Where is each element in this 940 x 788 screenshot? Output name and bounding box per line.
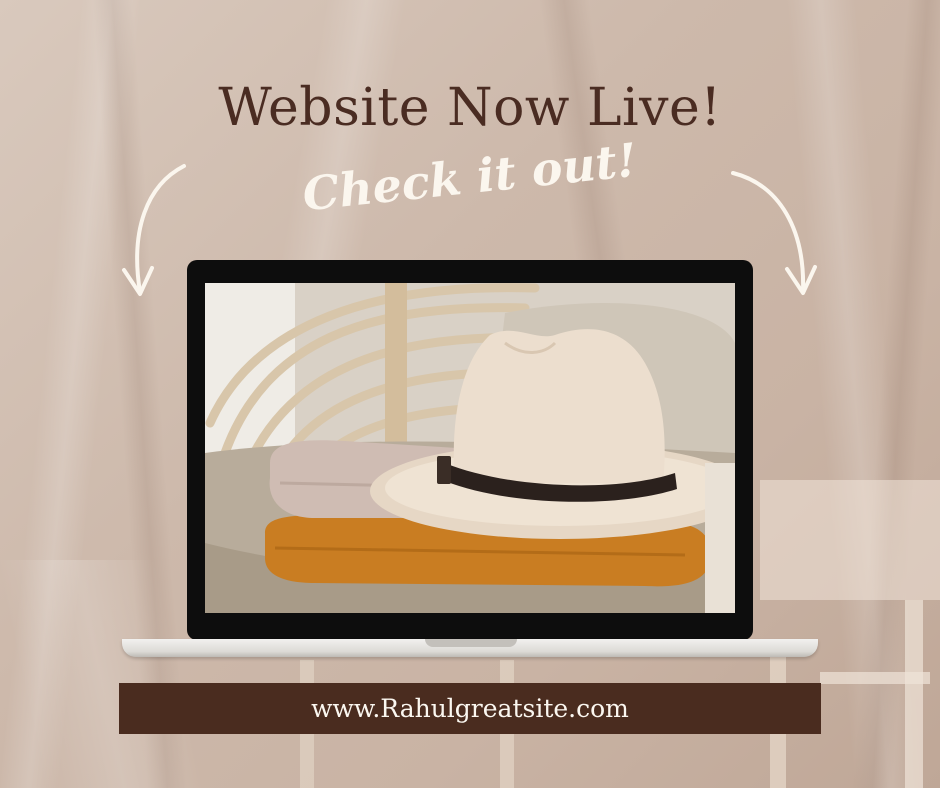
laptop-screen-photo (205, 283, 735, 613)
website-url[interactable]: www.Rahulgreatsite.com (119, 683, 821, 734)
curved-arrow-left-icon (122, 164, 186, 296)
url-banner: www.Rahulgreatsite.com (119, 683, 821, 734)
laptop-notch (425, 639, 517, 647)
hat-photo (205, 283, 735, 613)
